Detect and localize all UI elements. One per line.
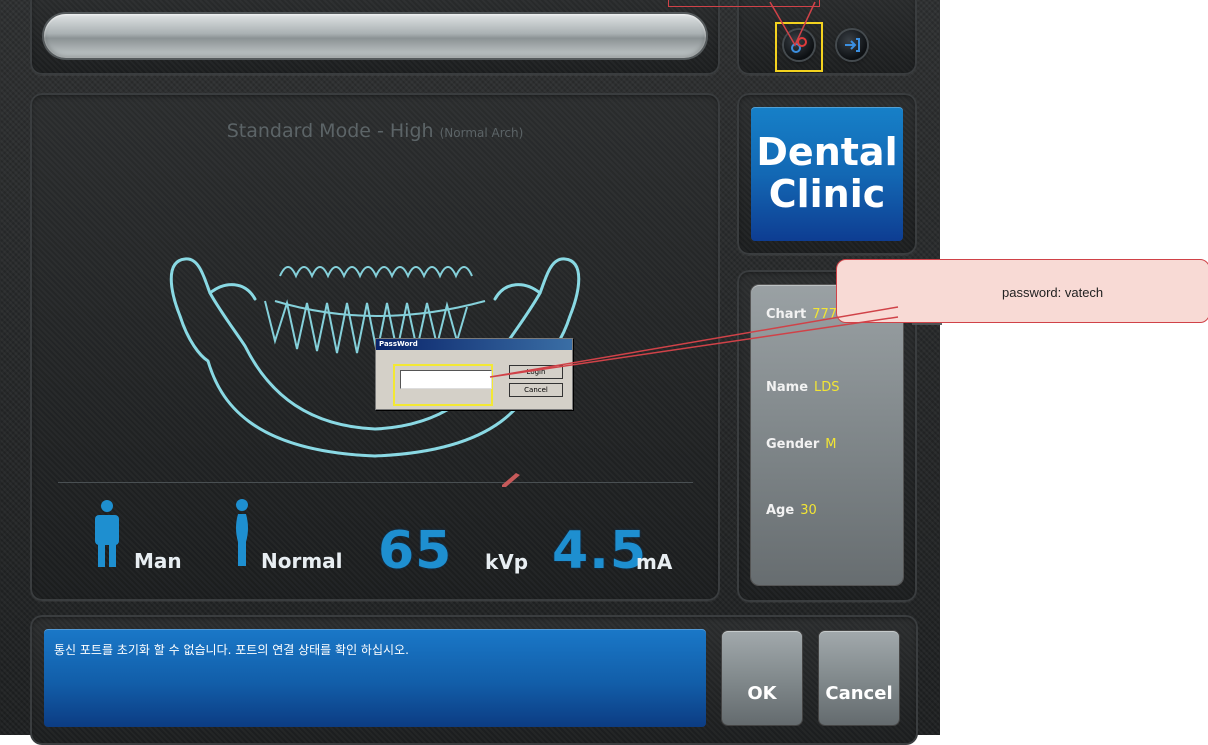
ok-button-label: OK xyxy=(747,683,777,704)
message-box: 통신 포트를 초기화 할 수 없습니다. 포트의 연결 상태를 확인 하십시오. xyxy=(44,629,706,727)
age-label: Age xyxy=(766,503,795,518)
logo-line-1: Dental xyxy=(756,130,898,174)
password-input[interactable] xyxy=(400,370,492,389)
divider-line xyxy=(58,482,693,483)
annotation-top-lines xyxy=(769,1,816,47)
bottom-panel: 통신 포트를 초기화 할 수 없습니다. 포트의 연결 상태를 확인 하십시오.… xyxy=(30,615,918,745)
gender-value: M xyxy=(825,437,837,452)
top-bar-panel xyxy=(30,0,720,75)
body-type-label: Normal xyxy=(261,549,343,573)
age-row: Age 30 xyxy=(766,503,817,518)
body-type-icon xyxy=(236,499,248,566)
pencil-icon xyxy=(502,473,520,487)
age-value: 30 xyxy=(800,503,817,518)
mode-title-text: Standard Mode - High xyxy=(226,120,434,142)
logout-icon xyxy=(845,38,860,52)
mode-subtitle: (Normal Arch) xyxy=(439,126,524,140)
ma-unit: mA xyxy=(636,550,673,574)
man-figure-icon xyxy=(95,500,119,567)
callout-pointer-lines xyxy=(489,306,899,378)
logout-button[interactable] xyxy=(837,30,867,60)
cancel-button-label: Cancel xyxy=(825,683,893,704)
logo-panel: Dental Clinic xyxy=(737,93,917,255)
patient-sex-label: Man xyxy=(134,549,182,573)
kvp-value: 65 xyxy=(378,521,453,581)
cancel-button[interactable]: Cancel xyxy=(819,631,899,725)
gender-label: Gender xyxy=(766,437,820,452)
ok-button[interactable]: OK xyxy=(722,631,802,725)
mode-title: Standard Mode - High (Normal Arch) xyxy=(30,120,720,142)
callout-text: password: vatech xyxy=(1002,285,1104,300)
search-bar[interactable] xyxy=(44,14,706,58)
logo-line-2: Clinic xyxy=(768,172,886,216)
clinic-logo: Dental Clinic xyxy=(751,107,903,241)
message-text: 통신 포트를 초기화 할 수 없습니다. 포트의 연결 상태를 확인 하십시오. xyxy=(54,643,409,657)
gender-row: Gender M xyxy=(766,437,837,452)
kvp-unit: kVp xyxy=(485,550,529,574)
ma-value: 4.5 xyxy=(552,521,648,581)
